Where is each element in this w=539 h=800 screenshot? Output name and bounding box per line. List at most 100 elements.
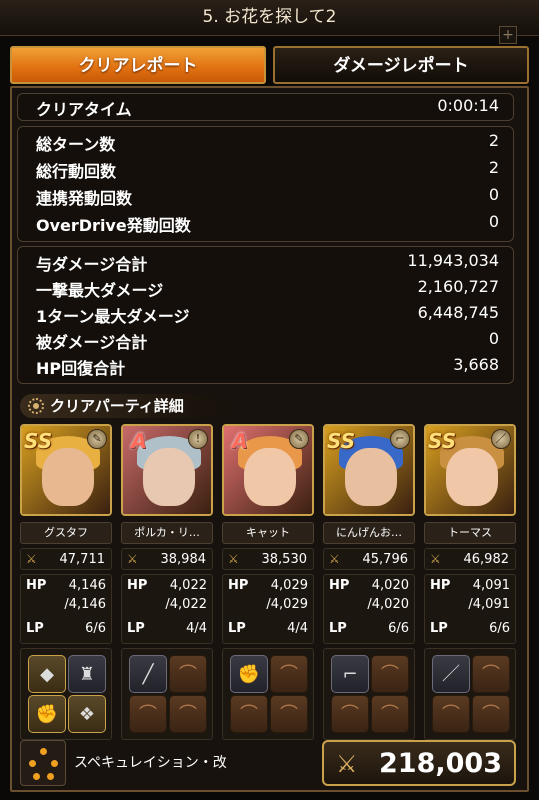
equipment-slot-empty[interactable]: ⌒ — [270, 655, 308, 693]
lp-value: 6/6 — [388, 621, 409, 636]
equipment-slot-gun[interactable]: ⌐ — [331, 655, 369, 693]
hp-max: /4,022 — [165, 597, 207, 612]
party-member-card[interactable]: SS ✎ グスタフ ⚔ 47,711 HP 4,146 /4,146 LP 6/… — [20, 424, 112, 740]
stat-label: 与ダメージ合計 — [36, 255, 148, 274]
equipment-slot-empty[interactable]: ⌒ — [472, 655, 510, 693]
equipment-slot-empty[interactable]: ⌒ — [169, 695, 207, 733]
crossed-swords-icon: ⚔ — [127, 552, 138, 566]
stat-value: 3,668 — [453, 355, 499, 374]
equipment-grid: ✊ ⌒ ⌒ ⌒ — [222, 648, 314, 740]
equipment-slot-empty[interactable]: ⌒ — [331, 695, 369, 733]
gem-icon: ◆ — [40, 664, 54, 685]
equipment-grid: ⌐ ⌒ ⌒ ⌒ — [323, 648, 415, 740]
party-member-card[interactable]: SS ⌐ にんげんお… ⚔ 45,796 HP 4,020 /4,020 LP … — [323, 424, 415, 740]
power-value: 47,711 — [59, 552, 106, 567]
empty-icon: ⌒ — [442, 704, 460, 725]
hp-current: 4,146 — [68, 578, 106, 593]
equipment-slot-gauntlet[interactable]: ✊ — [28, 695, 66, 733]
dagger-icon: ✎ — [289, 429, 309, 449]
rank-badge: SS — [24, 429, 53, 453]
stat-row: 与ダメージ合計 11,943,034 — [18, 251, 513, 277]
character-power: ⚔ 38,530 — [222, 548, 314, 570]
character-stats: HP 4,020 /4,020 LP 6/6 — [323, 574, 415, 644]
power-value: 45,796 — [362, 552, 409, 567]
power-value: 38,984 — [160, 552, 207, 567]
character-stats: HP 4,029 /4,029 LP 4/4 — [222, 574, 314, 644]
lp-value: 4/4 — [287, 621, 308, 636]
empty-icon: ⌒ — [280, 664, 298, 685]
equipment-slot-empty[interactable]: ⌒ — [432, 695, 470, 733]
character-portrait[interactable]: SS ✎ — [20, 424, 112, 516]
character-portrait[interactable]: SS ⌐ — [323, 424, 415, 516]
party-member-card[interactable]: SS ／ トーマス ⚔ 46,982 HP 4,091 /4,091 LP 6/… — [424, 424, 516, 740]
stage-title: 5. お花を探して2 — [0, 0, 539, 36]
gauntlet-icon: ✊ — [35, 704, 59, 725]
rank-badge: SS — [428, 429, 457, 453]
stat-value: 2 — [488, 131, 499, 150]
crossed-swords-icon: ⚔ — [26, 552, 37, 566]
character-stats: HP 4,022 /4,022 LP 4/4 — [121, 574, 213, 644]
clear-time-box: クリアタイム 0:00:14 — [17, 93, 514, 121]
equipment-slot-empty[interactable]: ⌒ — [270, 695, 308, 733]
lp-label: LP — [430, 621, 448, 636]
rank-badge: A — [131, 429, 147, 453]
tab-damage-report[interactable]: ダメージレポート — [273, 46, 529, 84]
character-portrait[interactable]: A ! — [121, 424, 213, 516]
equipment-slot-empty[interactable]: ⌒ — [129, 695, 167, 733]
character-name: にんげんお… — [323, 522, 415, 544]
empty-icon: ⌒ — [381, 664, 399, 685]
power-value: 46,982 — [463, 552, 510, 567]
empty-icon: ⌒ — [139, 704, 157, 725]
character-name: トーマス — [424, 522, 516, 544]
party-member-card[interactable]: A ! ポルカ・リ… ⚔ 38,984 HP 4,022 /4,022 LP 4… — [121, 424, 213, 740]
equipment-slot-spear[interactable]: ／ — [432, 655, 470, 693]
stat-label: 連携発動回数 — [36, 189, 133, 208]
spear-icon: ／ — [491, 429, 511, 449]
character-name: ポルカ・リ… — [121, 522, 213, 544]
equipment-slot-empty[interactable]: ⌒ — [169, 655, 207, 693]
stat-row: OverDrive発動回数 0 — [18, 212, 513, 238]
hp-label: HP — [430, 578, 451, 593]
equipment-slot-boots[interactable]: ❖ — [68, 695, 106, 733]
equipment-slot-sword[interactable]: ╱ — [129, 655, 167, 693]
lp-value: 4/4 — [186, 621, 207, 636]
crossed-swords-icon: ⚔ — [329, 552, 340, 566]
character-power: ⚔ 47,711 — [20, 548, 112, 570]
hp-current: 4,022 — [169, 578, 207, 593]
tab-clear-report[interactable]: クリアレポート — [10, 46, 266, 84]
rank-badge: SS — [327, 429, 356, 453]
stat-value: 11,943,034 — [407, 251, 499, 270]
equipment-slot-empty[interactable]: ⌒ — [472, 695, 510, 733]
lp-value: 6/6 — [489, 621, 510, 636]
hp-max: /4,091 — [468, 597, 510, 612]
spear-icon: ／ — [442, 664, 460, 685]
total-power-badge: ⚔ 218,003 — [322, 740, 516, 786]
stat-label: 総行動回数 — [36, 162, 117, 181]
plus-button[interactable]: + — [499, 26, 517, 44]
equipment-slot-fist[interactable]: ✊ — [230, 655, 268, 693]
formation-icon[interactable] — [20, 740, 66, 786]
lp-label: LP — [228, 621, 246, 636]
empty-icon: ⌒ — [179, 704, 197, 725]
empty-icon: ⌒ — [482, 704, 500, 725]
equipment-grid: ╱ ⌒ ⌒ ⌒ — [121, 648, 213, 740]
party-member-card[interactable]: A ✎ キャット ⚔ 38,530 HP 4,029 /4,029 LP 4/4… — [222, 424, 314, 740]
character-stats: HP 4,091 /4,091 LP 6/6 — [424, 574, 516, 644]
equipment-slot-empty[interactable]: ⌒ — [371, 695, 409, 733]
equipment-slot-armor[interactable]: ♜ — [68, 655, 106, 693]
lp-label: LP — [26, 621, 44, 636]
stat-value: 2,160,727 — [417, 277, 499, 296]
stat-label: HP回復合計 — [36, 359, 126, 378]
character-portrait[interactable]: A ✎ — [222, 424, 314, 516]
character-name: グスタフ — [20, 522, 112, 544]
armor-icon: ♜ — [78, 664, 96, 685]
equipment-slot-empty[interactable]: ⌒ — [230, 695, 268, 733]
character-portrait[interactable]: SS ／ — [424, 424, 516, 516]
equipment-slot-empty[interactable]: ⌒ — [371, 655, 409, 693]
stat-row: 総ターン数 2 — [18, 131, 513, 157]
character-power: ⚔ 45,796 — [323, 548, 415, 570]
hp-label: HP — [329, 578, 350, 593]
stat-label: OverDrive発動回数 — [36, 216, 191, 235]
lp-label: LP — [329, 621, 347, 636]
equipment-slot-gem[interactable]: ◆ — [28, 655, 66, 693]
